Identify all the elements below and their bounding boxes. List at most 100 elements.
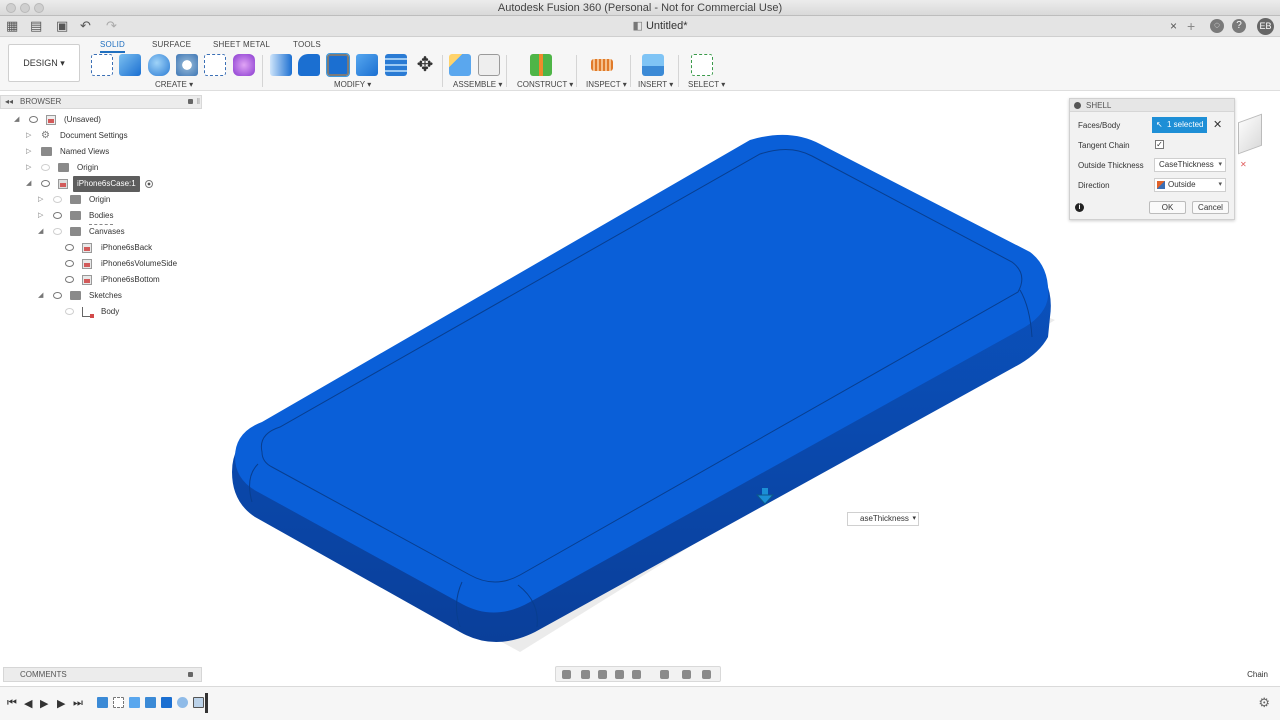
viewports-icon[interactable] <box>702 670 711 679</box>
expand-triangle-icon[interactable]: ▷ <box>38 208 46 224</box>
timeline-shell-icon[interactable] <box>193 697 204 708</box>
measure-icon[interactable] <box>591 59 613 71</box>
redo-icon[interactable]: ↷ <box>106 19 117 33</box>
insert-canvas-icon[interactable] <box>642 54 664 76</box>
expand-triangle-icon[interactable]: ▷ <box>26 128 34 144</box>
fit-icon[interactable] <box>632 670 641 679</box>
select-icon[interactable] <box>691 54 713 76</box>
joint-icon[interactable] <box>478 54 500 76</box>
look-at-icon[interactable] <box>581 670 590 679</box>
visibility-eye-icon[interactable] <box>29 116 38 123</box>
create-menu[interactable]: CREATE ▾ <box>155 80 193 89</box>
collapse-panel-icon[interactable]: ◂◂ <box>5 96 13 108</box>
visibility-eye-icon[interactable] <box>65 276 74 283</box>
clear-selection-icon[interactable]: ✕ <box>1213 118 1222 131</box>
orbit-icon[interactable] <box>562 670 571 679</box>
help-icon[interactable]: ? <box>1232 19 1246 33</box>
shell-tool-icon[interactable] <box>326 53 350 77</box>
info-icon[interactable]: i <box>1075 203 1084 212</box>
panel-resize-icon[interactable]: ‖ <box>197 96 200 108</box>
timeline-canvas-icon[interactable] <box>97 697 108 708</box>
construct-menu[interactable]: CONSTRUCT ▾ <box>517 80 573 89</box>
visibility-eye-icon[interactable] <box>53 228 62 235</box>
tangent-chain-checkbox[interactable]: ✓ <box>1155 140 1164 149</box>
play-icon[interactable]: ▶ <box>40 697 48 710</box>
grid-snaps-icon[interactable] <box>682 670 691 679</box>
extrude-icon[interactable] <box>119 54 141 76</box>
comments-panel[interactable]: COMMENTS <box>3 667 202 682</box>
insert-menu[interactable]: INSERT ▾ <box>638 80 673 89</box>
timeline-canvas-icon[interactable] <box>129 697 140 708</box>
save-icon[interactable]: ▣ <box>56 19 68 33</box>
visibility-eye-icon[interactable] <box>65 244 74 251</box>
view-cube-face[interactable] <box>1238 113 1262 155</box>
new-component-icon[interactable] <box>449 54 471 76</box>
tab-surface[interactable]: SURFACE <box>152 40 191 49</box>
close-tab-icon[interactable]: × <box>1170 19 1177 33</box>
document-tab[interactable]: ◧ Untitled* <box>600 19 720 32</box>
activate-radio-icon[interactable] <box>145 180 153 188</box>
inspect-menu[interactable]: INSPECT ▾ <box>586 80 627 89</box>
visibility-eye-icon[interactable] <box>65 260 74 267</box>
tree-row-bodies[interactable]: ▷ Bodies <box>0 208 200 225</box>
tree-row-document-settings[interactable]: ▷ ⚙ Document Settings <box>0 128 200 144</box>
go-to-end-icon[interactable]: ⏭ <box>73 697 83 710</box>
display-settings-icon[interactable] <box>660 670 669 679</box>
fillet-icon[interactable] <box>298 54 320 76</box>
assemble-menu[interactable]: ASSEMBLE ▾ <box>453 80 502 89</box>
collapse-triangle-icon[interactable]: ◢ <box>38 288 46 304</box>
visibility-eye-icon[interactable] <box>53 292 62 299</box>
offset-plane-icon[interactable] <box>530 54 552 76</box>
modify-menu[interactable]: MODIFY ▾ <box>334 80 371 89</box>
timeline-sketch-icon[interactable] <box>113 697 124 708</box>
move-icon[interactable]: ✥ <box>414 54 436 76</box>
pan-icon[interactable] <box>598 670 607 679</box>
expand-triangle-icon[interactable]: ▷ <box>26 160 34 176</box>
visibility-eye-icon[interactable] <box>41 180 50 187</box>
tree-row-canvases[interactable]: ◢ Canvases <box>0 224 200 240</box>
tree-row-sketch-body[interactable]: Body <box>0 304 200 320</box>
tree-row-canvas-volume-side[interactable]: iPhone6sVolumeSide <box>0 256 200 272</box>
file-menu-icon[interactable]: ▤ <box>30 19 42 33</box>
expand-triangle-icon[interactable]: ▷ <box>38 192 46 208</box>
timeline-fillet-icon[interactable] <box>161 697 172 708</box>
tree-row-component-origin[interactable]: ▷ Origin <box>0 192 200 208</box>
timeline-marker[interactable] <box>205 693 208 713</box>
zoom-icon[interactable] <box>615 670 624 679</box>
tree-row-canvas-back[interactable]: iPhone6sBack <box>0 240 200 256</box>
revolve-icon[interactable] <box>148 54 170 76</box>
timeline-extrude-icon[interactable] <box>145 697 156 708</box>
create-form-icon[interactable] <box>233 54 255 76</box>
combine-icon[interactable] <box>356 54 378 76</box>
timeline-fillet-icon[interactable] <box>177 697 188 708</box>
collapse-triangle-icon[interactable]: ◢ <box>38 224 46 240</box>
workspace-switcher-button[interactable]: DESIGN ▾ <box>8 44 80 82</box>
step-back-icon[interactable]: ◀ <box>24 697 32 710</box>
chevron-down-icon[interactable]: ▾ <box>1218 159 1222 171</box>
cancel-button[interactable]: Cancel <box>1192 201 1229 214</box>
undo-icon[interactable]: ↶ <box>80 19 91 33</box>
step-forward-icon[interactable]: ▶ <box>57 697 65 710</box>
app-grid-icon[interactable]: ▦ <box>6 19 18 33</box>
collapse-triangle-icon[interactable]: ◢ <box>14 112 22 128</box>
tree-row-canvas-bottom[interactable]: iPhone6sBottom <box>0 272 200 288</box>
select-menu[interactable]: SELECT ▾ <box>688 80 725 89</box>
visibility-eye-icon[interactable] <box>53 212 62 219</box>
outside-thickness-input[interactable]: CaseThickness ▾ <box>1154 158 1226 172</box>
tree-row-component[interactable]: ◢ iPhone6sCase:1 <box>0 176 200 192</box>
panel-pin-icon[interactable] <box>188 99 193 104</box>
visibility-eye-icon[interactable] <box>65 308 74 315</box>
tab-solid[interactable]: SOLID <box>100 40 126 53</box>
collapse-dialog-icon[interactable] <box>1074 102 1081 109</box>
press-pull-icon[interactable] <box>270 54 292 76</box>
viewport-thickness-input[interactable]: aseThickness ▾ <box>847 512 919 526</box>
collapse-triangle-icon[interactable]: ◢ <box>26 176 34 192</box>
tree-row-unsaved[interactable]: ◢ (Unsaved) <box>0 112 200 128</box>
faces-selection-button[interactable]: ↖ 1 selected <box>1152 117 1207 133</box>
visibility-eye-icon[interactable] <box>41 164 50 171</box>
tab-tools[interactable]: TOOLS <box>293 40 321 49</box>
tree-row-sketches[interactable]: ◢ Sketches <box>0 288 200 304</box>
tree-row-origin[interactable]: ▷ Origin <box>0 160 200 176</box>
chevron-down-icon[interactable]: ▾ <box>1218 179 1222 191</box>
user-avatar[interactable]: EB <box>1257 18 1274 35</box>
